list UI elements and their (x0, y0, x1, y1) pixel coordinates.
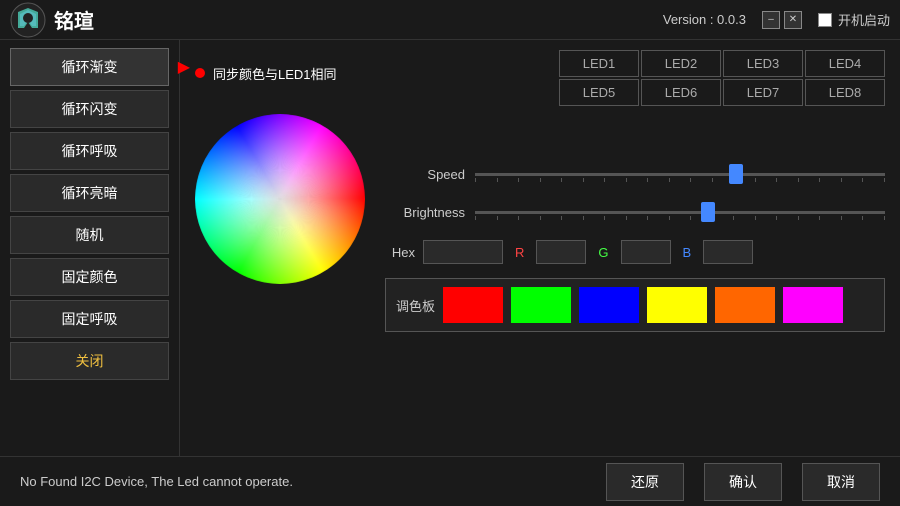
brightness-label: Brightness (385, 205, 465, 220)
r-label: R (511, 245, 528, 260)
confirm-button[interactable]: 确认 (704, 463, 782, 501)
sidebar-item-close[interactable]: 关闭 (10, 342, 169, 380)
app-logo (10, 2, 46, 38)
brightness-slider-bg (475, 211, 885, 214)
title-bar-right: Version : 0.0.3 – ✕ 开机启动 (663, 10, 890, 29)
brightness-slider-row: Brightness (385, 202, 885, 222)
controls-panel: Speed (385, 164, 885, 332)
hex-rgb-row: Hex R G B (385, 240, 885, 264)
led8-button[interactable]: LED8 (805, 79, 885, 106)
sidebar: 循环渐变 ▶ 循环闪变 循环呼吸 循环亮暗 随机 固定颜色 固定呼吸 关闭 (0, 40, 180, 456)
startup-label: 开机启动 (838, 10, 890, 29)
hex-label: Hex (385, 245, 415, 260)
led1-button[interactable]: LED1 (559, 50, 639, 77)
speed-label: Speed (385, 167, 465, 182)
status-text: No Found I2C Device, The Led cannot oper… (20, 474, 586, 489)
content-area: 同步颜色与LED1相同 LED1 LED2 LED3 LED4 LED5 LED… (180, 40, 900, 456)
led6-button[interactable]: LED6 (641, 79, 721, 106)
color-wheel-container[interactable] (195, 114, 365, 284)
sync-row: 同步颜色与LED1相同 (195, 64, 337, 83)
panel-content: Speed (195, 114, 885, 332)
led4-button[interactable]: LED4 (805, 50, 885, 77)
speed-slider-bg (475, 173, 885, 176)
palette-label: 调色板 (396, 296, 435, 315)
brightness-slider-thumb[interactable] (701, 202, 715, 222)
palette-swatch-1[interactable] (511, 287, 571, 323)
sidebar-item-cycle-gradient[interactable]: 循环渐变 ▶ (10, 48, 169, 86)
version-text: Version : 0.0.3 (663, 12, 746, 27)
main-layout: 循环渐变 ▶ 循环闪变 循环呼吸 循环亮暗 随机 固定颜色 固定呼吸 关闭 (0, 40, 900, 456)
palette-row: 调色板 (385, 278, 885, 332)
sidebar-item-cycle-flash[interactable]: 循环闪变 (10, 90, 169, 128)
sidebar-item-cycle-breathe[interactable]: 循环呼吸 (10, 132, 169, 170)
g-input[interactable] (621, 240, 671, 264)
palette-swatch-3[interactable] (647, 287, 707, 323)
speed-slider-thumb[interactable] (729, 164, 743, 184)
app-title: 铭瑄 (54, 5, 94, 34)
led2-button[interactable]: LED2 (641, 50, 721, 77)
cancel-button[interactable]: 取消 (802, 463, 880, 501)
restore-button[interactable]: 还原 (606, 463, 684, 501)
r-input[interactable] (536, 240, 586, 264)
led-grid: LED1 LED2 LED3 LED4 LED5 LED6 LED7 LED8 (559, 50, 885, 106)
window-controls: – ✕ (762, 11, 802, 29)
sync-dot (195, 68, 205, 78)
title-bar-left: 铭瑄 (10, 2, 94, 38)
speed-slider-row: Speed (385, 164, 885, 184)
minimize-button[interactable]: – (762, 11, 780, 29)
sync-text: 同步颜色与LED1相同 (213, 64, 337, 83)
palette-swatch-4[interactable] (715, 287, 775, 323)
b-input[interactable] (703, 240, 753, 264)
palette-swatch-2[interactable] (579, 287, 639, 323)
speed-ticks (475, 178, 885, 182)
b-label: B (679, 245, 696, 260)
title-bar: 铭瑄 Version : 0.0.3 – ✕ 开机启动 (0, 0, 900, 40)
palette-swatch-0[interactable] (443, 287, 503, 323)
sidebar-item-cycle-dark[interactable]: 循环亮暗 (10, 174, 169, 212)
close-window-button[interactable]: ✕ (784, 11, 802, 29)
color-wheel[interactable] (195, 114, 365, 284)
speed-slider-track[interactable] (475, 164, 885, 184)
arrow-icon: ▶ (178, 57, 190, 77)
startup-checkbox[interactable] (818, 13, 832, 27)
sidebar-item-random[interactable]: 随机 (10, 216, 169, 254)
sidebar-item-fixed-breathe[interactable]: 固定呼吸 (10, 300, 169, 338)
g-label: G (594, 245, 612, 260)
startup-check[interactable]: 开机启动 (818, 10, 890, 29)
palette-swatch-5[interactable] (783, 287, 843, 323)
led5-button[interactable]: LED5 (559, 79, 639, 106)
sidebar-item-fixed-color[interactable]: 固定颜色 (10, 258, 169, 296)
bottom-bar: No Found I2C Device, The Led cannot oper… (0, 456, 900, 506)
brightness-slider-track[interactable] (475, 202, 885, 222)
brightness-ticks (475, 216, 885, 220)
led3-button[interactable]: LED3 (723, 50, 803, 77)
hex-input[interactable] (423, 240, 503, 264)
led7-button[interactable]: LED7 (723, 79, 803, 106)
